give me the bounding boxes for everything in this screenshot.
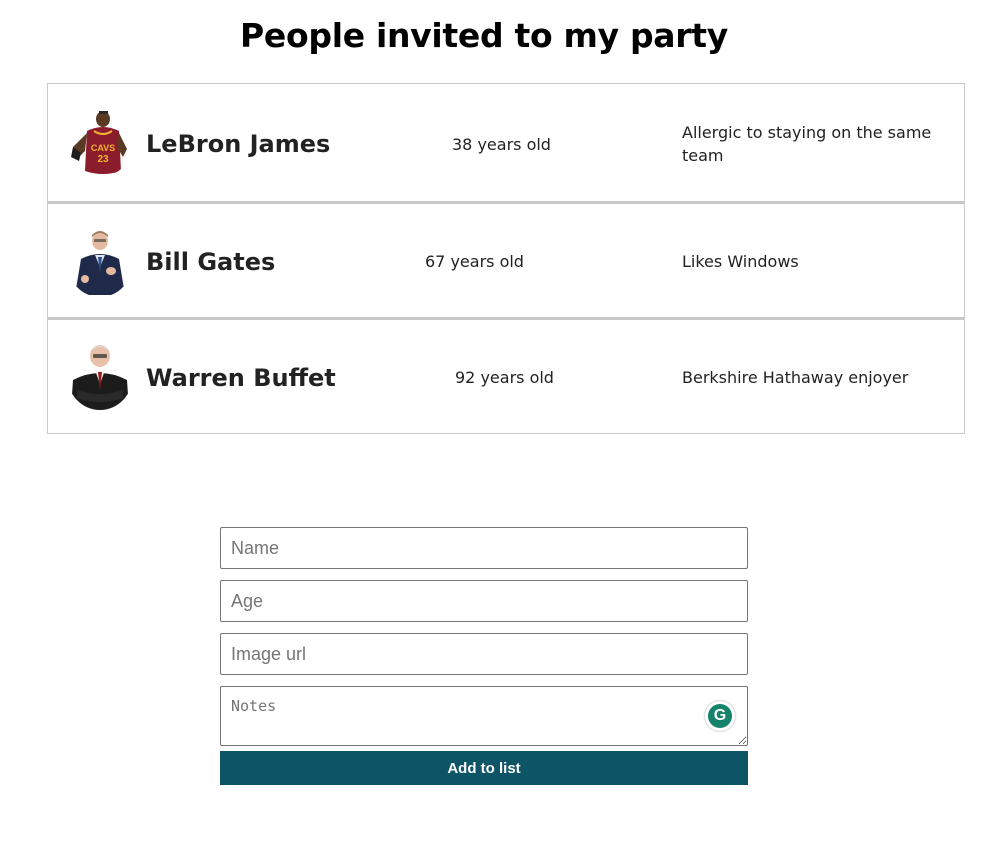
guest-name: LeBron James xyxy=(146,130,331,158)
grammarly-icon[interactable]: G xyxy=(705,701,735,731)
guest-note: Berkshire Hathaway enjoyer xyxy=(682,368,909,387)
guest-list: CAVS 23 LeBron James 38 years old Allerg… xyxy=(47,83,965,434)
svg-text:23: 23 xyxy=(97,154,109,165)
guest-age: 38 years old xyxy=(452,135,551,154)
grammarly-badge: G xyxy=(708,704,732,728)
page: People invited to my party CAVS 23 LeBro… xyxy=(0,0,1007,851)
notes-textarea[interactable] xyxy=(220,686,748,746)
svg-text:CAVS: CAVS xyxy=(91,143,115,153)
guest-row: Warren Buffet 92 years old Berkshire Hat… xyxy=(47,318,965,434)
guest-note: Allergic to staying on the same team xyxy=(682,123,932,165)
guest-age: 67 years old xyxy=(425,252,524,271)
guest-name: Bill Gates xyxy=(146,248,276,276)
age-input[interactable] xyxy=(220,580,748,622)
lebron-james-photo-icon: CAVS 23 xyxy=(67,107,133,177)
guest-name: Warren Buffet xyxy=(146,364,336,392)
add-guest-form: G Add to list xyxy=(220,527,748,785)
image-url-input[interactable] xyxy=(220,633,748,675)
guest-note: Likes Windows xyxy=(682,252,799,271)
guest-row: CAVS 23 LeBron James 38 years old Allerg… xyxy=(47,83,965,202)
name-input[interactable] xyxy=(220,527,748,569)
guest-age: 92 years old xyxy=(455,368,554,387)
guest-row: Bill Gates 67 years old Likes Windows xyxy=(47,202,965,318)
bill-gates-photo-icon xyxy=(67,227,133,297)
page-title: People invited to my party xyxy=(240,16,728,55)
warren-buffet-photo-icon xyxy=(67,340,133,410)
notes-wrapper: G xyxy=(220,686,748,746)
add-to-list-button[interactable]: Add to list xyxy=(220,751,748,785)
